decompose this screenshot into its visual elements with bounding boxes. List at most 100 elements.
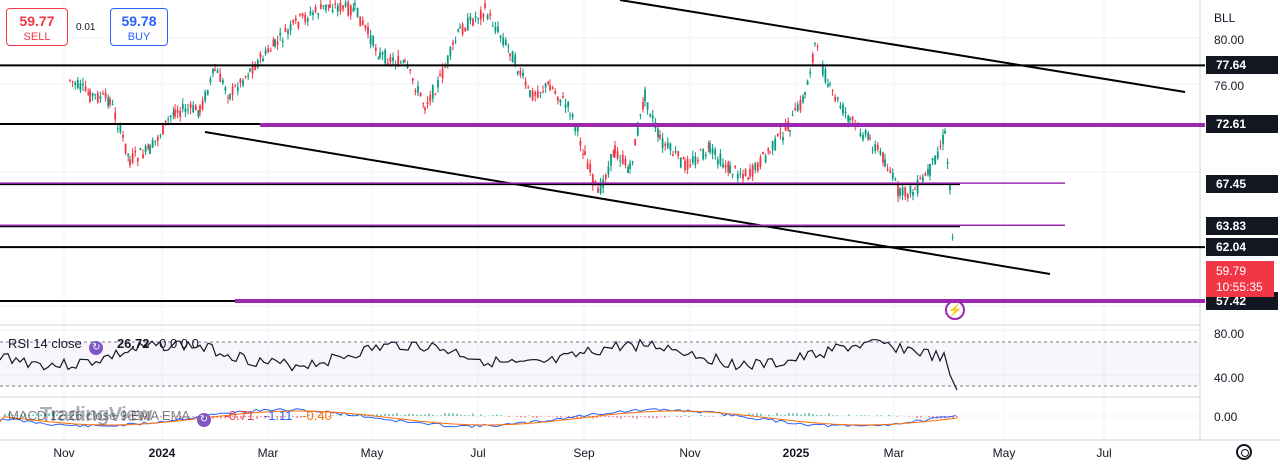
gear-icon[interactable] <box>1236 444 1252 460</box>
candle-body <box>134 150 137 153</box>
candle-body <box>289 24 292 31</box>
candle-body <box>906 193 909 199</box>
candle-body <box>384 50 387 64</box>
candle-body <box>314 6 317 13</box>
candle-body <box>764 155 767 163</box>
time-axis[interactable]: Nov 2024 Mar May Jul Sep Nov 2025 Mar May Jul <box>53 446 1111 460</box>
candle-body <box>894 179 897 181</box>
candle-body <box>156 136 159 141</box>
candle-body <box>731 173 734 175</box>
candle-body <box>664 143 667 146</box>
candle-body <box>331 9 334 13</box>
macd-histogram-bar <box>644 416 646 418</box>
buy-button[interactable]: 59.78 BUY <box>110 8 168 46</box>
candle-body <box>851 116 854 121</box>
candle-body <box>519 70 522 76</box>
macd-histogram-bar <box>684 415 686 416</box>
macd-histogram-bar <box>628 416 630 418</box>
macd-histogram-bar <box>680 416 682 418</box>
cycle-icon[interactable]: ↻ <box>89 341 104 355</box>
candle-body <box>927 168 929 175</box>
candle-body <box>99 96 102 100</box>
candle-body <box>239 78 242 84</box>
candle-body <box>629 163 631 169</box>
candle-body <box>584 151 586 156</box>
candle-body <box>417 86 419 93</box>
candle-body <box>504 39 507 45</box>
candle-body <box>514 55 517 66</box>
macd-histogram-bar <box>784 414 786 416</box>
macd-histogram-bar <box>668 416 670 417</box>
trend-line-upper <box>619 0 1186 93</box>
bar-countdown: 10:55:35 <box>1216 280 1263 294</box>
candle-body <box>502 37 505 46</box>
candle-body <box>634 139 637 146</box>
candle-body <box>719 153 722 165</box>
rsi-legend[interactable]: RSI 14 close ↻ 26.72 0 0 0 0 <box>8 336 199 355</box>
candle-body <box>446 55 449 64</box>
candle-body <box>661 138 664 149</box>
lightning-icon[interactable]: ⚡ <box>945 300 965 320</box>
candle-body <box>206 90 209 95</box>
candle-body <box>714 149 717 155</box>
symbol-label[interactable]: BLL <box>1206 6 1274 30</box>
candle-body <box>869 137 871 139</box>
candle-body <box>297 21 300 28</box>
trend-lines[interactable] <box>204 0 1186 275</box>
candle-body <box>914 188 916 190</box>
buy-label: BUY <box>127 31 151 43</box>
macd-hist-value: -0.71 <box>224 408 255 423</box>
macd-histogram-bar <box>404 414 406 416</box>
candle-body <box>749 168 751 177</box>
macd-histogram-bar <box>908 416 910 417</box>
candle-body <box>657 128 659 138</box>
candle-body <box>497 26 499 32</box>
candle-body <box>452 42 454 45</box>
macd-histogram-bar <box>420 414 422 416</box>
candle-body <box>292 19 295 24</box>
candle-body <box>131 153 134 163</box>
candle-body <box>849 118 851 120</box>
candle-body <box>142 154 144 159</box>
candle-body <box>287 30 289 34</box>
candle-body <box>334 3 337 5</box>
candle-body <box>381 52 384 55</box>
candle-body <box>724 164 727 168</box>
candle-body <box>434 94 437 96</box>
macd-histogram-bar <box>656 416 658 419</box>
candle-body <box>799 99 802 111</box>
candle-body <box>672 154 674 156</box>
candle-body <box>129 159 131 166</box>
candle-body <box>829 83 831 85</box>
cycle-icon[interactable]: ↻ <box>196 413 211 427</box>
horizontal-levels[interactable] <box>0 64 1205 303</box>
candle-body <box>586 162 589 169</box>
macd-histogram-bar <box>832 415 834 416</box>
candle-body <box>259 53 262 58</box>
macd-histogram-bar <box>440 415 442 416</box>
macd-histogram-bar <box>820 414 822 416</box>
candle-body <box>699 149 702 151</box>
candle-body <box>727 162 730 173</box>
candle-body <box>219 73 222 82</box>
chart-canvas[interactable]: 80.00 76.00 80.00 40.00 0.00 Nov 2024 Mar May Ju… <box>0 0 1280 464</box>
candle-body <box>897 185 899 197</box>
rsi-extra: 0 0 0 0 <box>159 336 199 351</box>
candle-body <box>904 187 907 197</box>
current-price: 59.79 <box>1216 264 1247 278</box>
candle-body <box>607 166 610 175</box>
sell-button[interactable]: 59.77 SELL <box>6 8 68 46</box>
candle-body <box>642 101 644 110</box>
macd-histogram-bar <box>492 415 494 416</box>
candle-body <box>754 163 757 170</box>
candle-body <box>94 94 97 96</box>
candle-body <box>767 148 770 152</box>
macd-histogram-bar <box>460 414 462 416</box>
candle-body <box>704 154 707 157</box>
macd-tick-label: 0.00 <box>1214 410 1238 424</box>
candle-body <box>644 89 646 102</box>
candle-body <box>709 143 711 153</box>
candle-body <box>919 178 922 180</box>
candle-body <box>472 18 474 26</box>
candle-body <box>547 82 550 84</box>
